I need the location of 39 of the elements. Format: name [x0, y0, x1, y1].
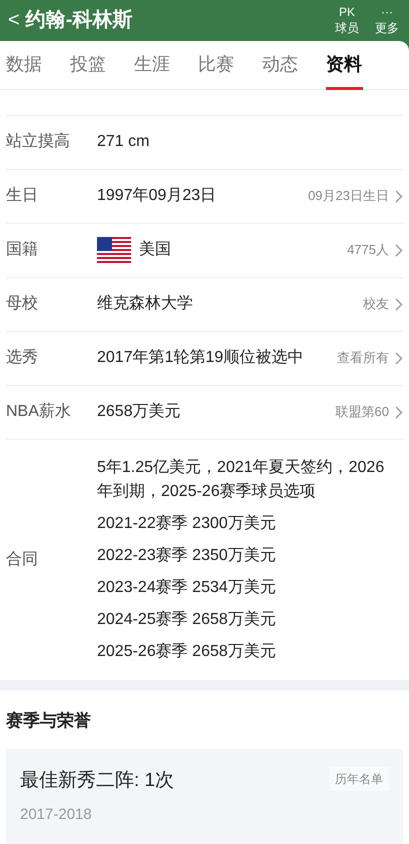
contract-line: 2025-26赛季 2658万美元 [97, 642, 277, 662]
contract-line: 5年1.25亿美元，2021年夏天签约，2026年到期，2025-26赛季球员选项 [97, 458, 386, 502]
field-label: 国籍 [6, 240, 39, 260]
tab[interactable]: 动态 [262, 40, 326, 88]
field-label: 生日 [6, 186, 39, 206]
tab[interactable]: 资料 [326, 40, 390, 88]
tab[interactable]: 投篮 [70, 40, 134, 88]
section-title: 赛季与荣誉 [6, 710, 92, 732]
field-extra: 4775人 [347, 241, 389, 260]
tab-underline [326, 86, 363, 90]
field-extra: 校友 [363, 295, 389, 314]
field-extra: 查看所有 [337, 349, 389, 368]
player-name: 约翰-科林斯 [26, 8, 134, 34]
field-label: 合同 [6, 550, 39, 570]
tab[interactable]: 数据 [6, 40, 70, 88]
field-value: 2017年第1轮第19顺位被选中 [97, 348, 304, 368]
honor-seasons: 2017-2018 [20, 804, 93, 824]
contract-line: 2024-25赛季 2658万美元 [97, 610, 277, 630]
field-value: 维克森林大学 [97, 294, 194, 314]
field-value: 1997年09月23日 [97, 186, 218, 206]
field-value: 2658万美元 [97, 402, 182, 422]
field-label: NBA薪水 [6, 402, 72, 422]
header-action-button[interactable]: ··· 更多 [375, 4, 399, 36]
field-label: 站立摸高 [6, 132, 71, 152]
field-extra: 09月23日生日 [308, 187, 389, 206]
field-extra: 联盟第60 [336, 403, 389, 422]
contract-line: 2023-24赛季 2534万美元 [97, 578, 277, 598]
field-value: 271 cm [97, 132, 150, 152]
header-action-button[interactable]: PK 球员 [335, 4, 359, 36]
field-value: 美国 [139, 240, 172, 260]
field-label: 母校 [6, 294, 39, 314]
tab[interactable]: 生涯 [134, 40, 198, 88]
tab[interactable]: 比赛 [198, 40, 262, 88]
field-label: 选秀 [6, 348, 39, 368]
contract-line: 2022-23赛季 2350万美元 [97, 546, 277, 566]
history-list-button[interactable]: 历年名单 [329, 767, 389, 791]
contract-line: 2021-22赛季 2300万美元 [97, 514, 277, 534]
honor-name: 最佳新秀二阵: 1次 [20, 769, 174, 793]
back-button[interactable]: < [8, 5, 20, 36]
